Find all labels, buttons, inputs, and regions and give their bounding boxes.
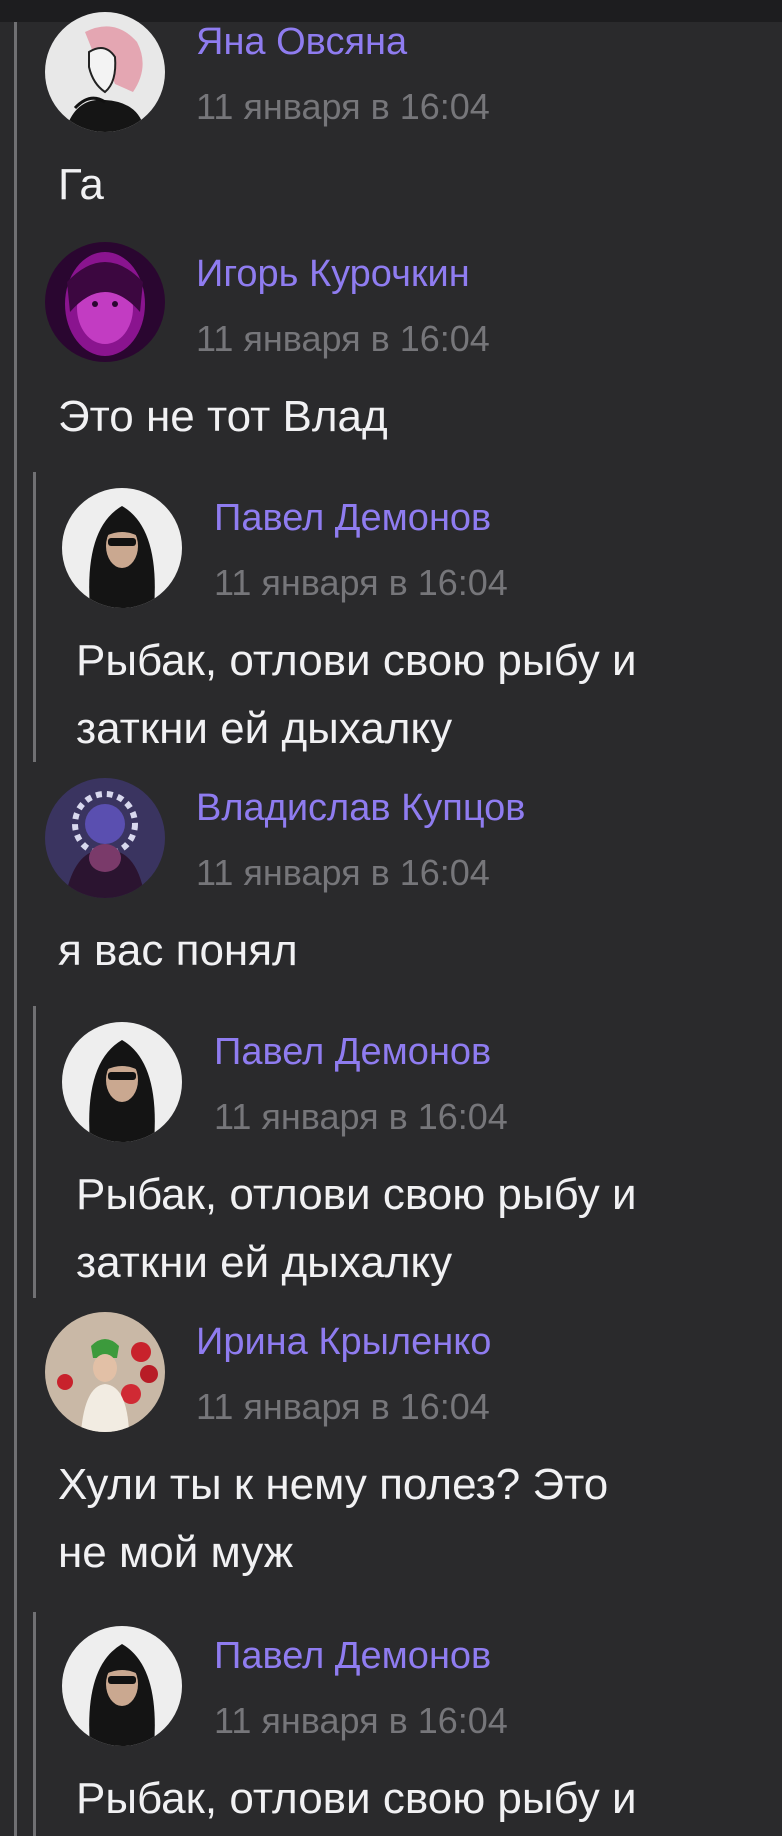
avatar[interactable] [45,242,165,362]
avatar[interactable] [62,1626,182,1746]
avatar[interactable] [45,12,165,132]
comment-text-line: Хули ты к нему полез? Это [58,1460,609,1509]
comment-author[interactable]: Павел Демонов [214,1634,491,1678]
comment-author[interactable]: Игорь Курочкин [196,252,470,296]
avatar[interactable] [62,488,182,608]
avatar[interactable] [45,1312,165,1432]
comment-timestamp[interactable]: 11 января в 16:04 [196,318,490,360]
comment-author[interactable]: Яна Овсяна [196,20,407,64]
comment-text-line: Га [58,160,104,209]
comment-author[interactable]: Павел Демонов [214,496,491,540]
comment-text-line: Рыбак, отлови свою рыбу и [76,1774,637,1823]
comment-timestamp[interactable]: 11 января в 16:04 [214,562,508,604]
comments-thread: Яна Овсяна 11 января в 16:04 Га Игорь Ку… [0,0,782,1836]
comment-author[interactable]: Павел Демонов [214,1030,491,1074]
comment-text-line: не мой муж [58,1528,294,1577]
comment-text-line: Рыбак, отлови свою рыбу и [76,636,637,685]
avatar[interactable] [45,778,165,898]
comment-author[interactable]: Владислав Купцов [196,786,525,830]
comment-timestamp[interactable]: 11 января в 16:04 [196,86,490,128]
comment-timestamp[interactable]: 11 января в 16:04 [196,852,490,894]
reply-quote-line [33,1612,36,1836]
comment-text-line: Рыбак, отлови свою рыбу и [76,1170,637,1219]
avatar[interactable] [62,1022,182,1142]
comment-text-line: заткни ей дыхалку [76,1238,453,1287]
comment-text-line: я вас понял [58,926,298,975]
comment-timestamp[interactable]: 11 января в 16:04 [196,1386,490,1428]
reply-quote-line [33,1006,36,1298]
reply-quote-line [33,472,36,762]
comment-text-line: заткни ей дыхалку [76,704,453,753]
comment-author[interactable]: Ирина Крыленко [196,1320,491,1364]
comment-timestamp[interactable]: 11 января в 16:04 [214,1700,508,1742]
thread-line [14,22,17,1836]
comment-text-line: Это не тот Влад [58,392,388,441]
comment-timestamp[interactable]: 11 января в 16:04 [214,1096,508,1138]
